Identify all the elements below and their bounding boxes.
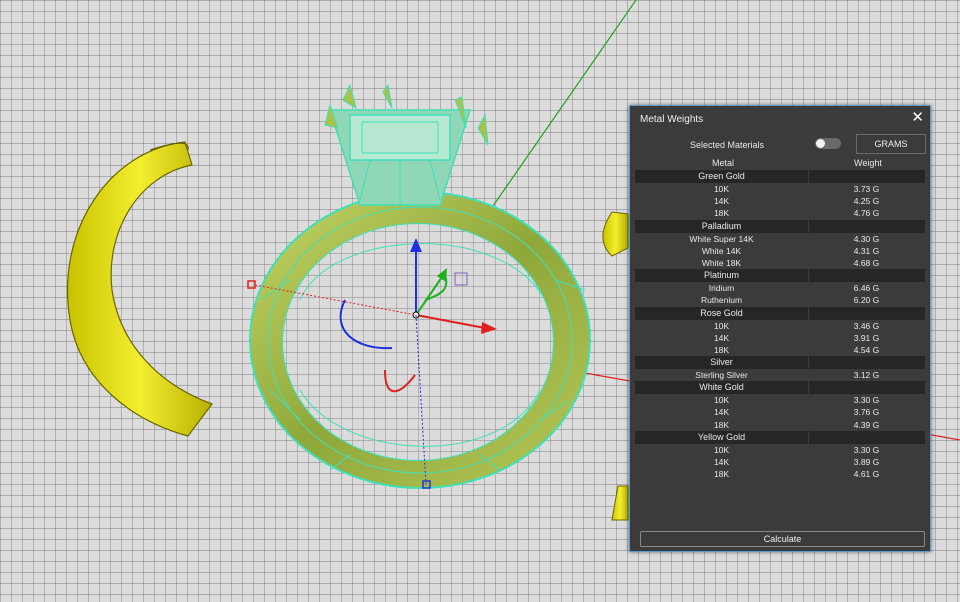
metal-weight: 4.39 G: [853, 419, 880, 430]
metal-group-name: White Gold: [635, 381, 809, 395]
toggle-knob: [816, 139, 825, 148]
metal-name: White 18K: [701, 257, 742, 268]
metal-weight: 3.76 G: [853, 407, 880, 418]
metal-row: 18K 4.39 G: [635, 419, 925, 431]
metal-weight: 6.46 G: [853, 283, 880, 294]
selected-materials-label: Selected Materials: [690, 140, 765, 150]
metal-row: Ruthenium 6.20 G: [635, 294, 925, 306]
metal-weight: 4.68 G: [853, 257, 880, 268]
metal-name: 10K: [713, 444, 730, 455]
metal-group-name: Palladium: [635, 219, 809, 233]
metal-row: 18K 4.61 G: [635, 468, 925, 480]
metal-name: Iridium: [708, 283, 735, 294]
close-icon[interactable]: ✕: [911, 109, 924, 127]
metal-name: 10K: [713, 184, 730, 194]
metal-name: Ruthenium: [700, 295, 743, 306]
selected-materials-toggle[interactable]: [815, 138, 841, 149]
metal-group-header: Green Gold: [635, 170, 925, 183]
metal-group-name: Green Gold: [635, 170, 809, 183]
metal-group-name: Yellow Gold: [635, 430, 809, 444]
metal-weight: 6.20 G: [853, 295, 880, 306]
metal-group-header: White Gold: [635, 381, 925, 395]
metal-name: Sterling Silver: [695, 370, 748, 381]
metal-name: 18K: [713, 469, 730, 480]
metal-weight: 3.89 G: [853, 457, 880, 467]
metal-row: 18K 4.76 G: [635, 207, 925, 219]
metal-name: 14K: [713, 457, 730, 467]
metal-group-name: Silver: [635, 356, 809, 370]
metal-group-name: Platinum: [635, 269, 809, 283]
metal-row: 10K 3.46 G: [635, 320, 925, 332]
metal-row: 18K 4.54 G: [635, 344, 925, 356]
weights-table: Green Gold 10K 3.73 G 14K 4.25 G 18K 4.76 G Pal…: [635, 170, 925, 480]
metal-row: White 18K 4.68 G: [635, 257, 925, 269]
metal-weight: 4.54 G: [853, 344, 880, 355]
metal-row: White 14K 4.31 G: [635, 245, 925, 257]
metal-weight: 3.91 G: [853, 332, 880, 343]
ring-model[interactable]: [249, 191, 591, 489]
metal-weight: 4.76 G: [853, 208, 880, 219]
weight-column-header: Weight: [854, 158, 882, 168]
metal-row: 10K 3.30 G: [635, 394, 925, 406]
metal-group-header: Yellow Gold: [635, 430, 925, 444]
metal-row: 14K 3.89 G: [635, 456, 925, 468]
metal-row: Sterling Silver 3.12 G: [635, 369, 925, 381]
metal-name: 18K: [713, 419, 730, 430]
metal-name: White Super 14K: [689, 233, 754, 244]
metal-weight: 3.30 G: [853, 444, 880, 455]
metal-name: 14K: [713, 407, 730, 418]
metal-weight: 3.73 G: [853, 184, 880, 194]
metal-group-header: Palladium: [635, 219, 925, 233]
calculate-button[interactable]: Calculate: [640, 531, 925, 547]
metal-name: 18K: [713, 208, 730, 219]
metal-row: 14K 4.25 G: [635, 195, 925, 207]
metal-group-header: Silver: [635, 356, 925, 370]
metal-name: 14K: [713, 332, 730, 343]
metal-weight: 3.30 G: [853, 395, 880, 406]
metal-name: White 14K: [701, 245, 742, 256]
metal-weight: 3.12 G: [853, 370, 880, 381]
metal-row: 10K 3.30 G: [635, 444, 925, 456]
metal-name: 10K: [713, 395, 730, 406]
metal-weight: 4.30 G: [853, 233, 880, 244]
metal-row: 10K 3.73 G: [635, 183, 925, 195]
metal-group-name: Rose Gold: [635, 306, 809, 320]
units-button[interactable]: GRAMS: [856, 134, 926, 154]
metal-row: Iridium 6.46 G: [635, 282, 925, 294]
metal-group-header: Rose Gold: [635, 306, 925, 320]
metal-row: 14K 3.76 G: [635, 406, 925, 418]
metal-weights-dialog: Metal Weights ✕ Selected Materials GRAMS…: [629, 105, 931, 552]
dialog-title: Metal Weights: [640, 114, 704, 125]
metal-row: White Super 14K 4.30 G: [635, 233, 925, 245]
metal-weight: 3.46 G: [853, 320, 880, 331]
metal-weight: 4.31 G: [853, 245, 880, 256]
metal-weight: 4.61 G: [853, 469, 880, 480]
metal-weight: 4.25 G: [853, 196, 880, 207]
metal-name: 10K: [713, 320, 730, 331]
metal-name: 14K: [713, 196, 730, 207]
metal-group-header: Platinum: [635, 269, 925, 283]
metal-name: 18K: [713, 344, 730, 355]
metal-column-header: Metal: [712, 158, 735, 168]
metal-row: 14K 3.91 G: [635, 332, 925, 344]
